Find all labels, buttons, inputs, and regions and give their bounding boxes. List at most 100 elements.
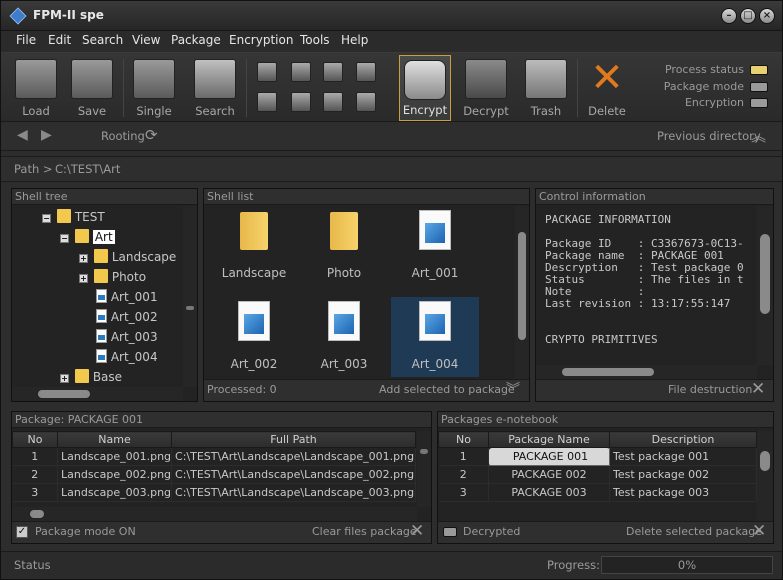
tree-item-art[interactable]: − Art <box>60 227 115 247</box>
tree-item-art-003[interactable]: Art_003 <box>96 327 158 347</box>
folder-icon <box>240 212 268 250</box>
col-package-name[interactable]: Package Name <box>488 431 610 448</box>
notebook-vscroll[interactable] <box>757 431 773 521</box>
folder-icon <box>57 209 71 223</box>
tree-item-photo[interactable]: + Photo <box>79 267 146 287</box>
trash-button[interactable]: Trash <box>521 55 571 121</box>
delete-button[interactable]: ✕ Delete <box>582 55 632 121</box>
control-line: PACKAGE INFORMATION <box>545 213 671 226</box>
package-vscroll[interactable] <box>417 431 431 507</box>
folder-view-icon[interactable] <box>291 62 311 82</box>
up-chevron-icon[interactable]: ︽ <box>751 125 766 146</box>
path-bar: Path > C:\TEST\Art <box>1 156 782 182</box>
double-chevron-down-icon[interactable]: ︾ <box>506 380 520 400</box>
image-file-icon <box>328 301 360 341</box>
tree-item-base[interactable]: + Base <box>60 367 122 387</box>
packages-notebook-panel: Packages e-notebook No Package Name Descri… <box>437 411 774 544</box>
load-button[interactable]: Load <box>11 55 61 121</box>
col-name[interactable]: Name <box>56 431 173 448</box>
col-no[interactable]: No <box>438 431 489 448</box>
image-file-icon <box>238 301 270 341</box>
menu-view[interactable]: View <box>132 33 160 47</box>
close-button[interactable]: × <box>759 8 775 24</box>
progress-bar: 0% <box>601 556 773 574</box>
col-no[interactable]: No <box>12 431 58 448</box>
tree-item-art-004[interactable]: Art_004 <box>96 347 158 367</box>
table-row[interactable]: 1 Landscape_001.png C:\TEST\Art\Landscape\… <box>12 447 416 466</box>
status-label: Status <box>14 558 51 572</box>
forward-arrow-icon[interactable]: ▶ <box>41 127 52 143</box>
shell-item-art-002[interactable]: Art_002 <box>210 297 298 377</box>
shell-item-photo[interactable]: Photo <box>300 206 388 286</box>
encrypt-button[interactable]: Encrypt <box>399 55 451 121</box>
image-file-icon <box>419 210 451 250</box>
search-button[interactable]: Search <box>190 55 240 121</box>
copy-icon[interactable] <box>257 62 277 82</box>
menu-edit[interactable]: Edit <box>48 33 71 47</box>
delete-package-x-icon[interactable]: ✕ <box>752 521 766 541</box>
menu-tools[interactable]: Tools <box>300 33 330 47</box>
shell-list-vscroll[interactable] <box>515 206 529 379</box>
delete-x-icon: ✕ <box>590 55 624 101</box>
back-arrow-icon[interactable]: ◀ <box>17 127 28 143</box>
decrypted-led <box>443 527 457 537</box>
control-hscroll[interactable] <box>536 365 757 379</box>
menu-help[interactable]: Help <box>341 33 368 47</box>
col-full-path[interactable]: Full Path <box>171 431 416 448</box>
disk-icon[interactable] <box>323 62 343 82</box>
rooting-label[interactable]: Rooting <box>101 129 145 143</box>
shell-item-landscape[interactable]: Landscape <box>210 206 298 286</box>
add-selected-to-package-button[interactable]: Add selected to package <box>379 380 515 400</box>
shell-list-footer: Processed: 0 Add selected to package ︾ <box>204 379 529 401</box>
shell-item-art-004[interactable]: Art_004 <box>391 297 479 377</box>
tree-hscroll[interactable] <box>12 387 183 401</box>
destroy-x-icon[interactable]: ✕ <box>751 379 765 399</box>
clear-files-package-button[interactable]: Clear files package <box>312 522 417 542</box>
menu-package[interactable]: Package <box>171 33 221 47</box>
add-icon[interactable] <box>257 92 277 112</box>
checklist-icon[interactable] <box>356 62 376 82</box>
process-status-label: Process status <box>664 63 744 76</box>
image-file-icon <box>419 301 451 341</box>
tree-item-art-002[interactable]: Art_002 <box>96 307 158 327</box>
control-vscroll[interactable] <box>757 206 773 365</box>
save-button[interactable]: Save <box>67 55 117 121</box>
maximize-button[interactable]: □ <box>740 8 756 24</box>
table-row[interactable]: 2 Landscape_002.png C:\TEST\Art\Landscape\… <box>12 465 416 484</box>
package-mode-checkbox[interactable]: ✓ <box>16 526 28 538</box>
single-button[interactable]: Single <box>129 55 179 121</box>
tree-item-landscape[interactable]: + Landscape <box>79 247 176 267</box>
shell-item-art-001[interactable]: Art_001 <box>391 206 479 286</box>
table-row[interactable]: 2 PACKAGE 002 Test package 002 <box>438 465 757 484</box>
clear-x-icon[interactable]: ✕ <box>410 521 424 541</box>
decrypt-button[interactable]: Decrypt <box>460 55 512 121</box>
table-row[interactable]: 3 PACKAGE 003 Test package 003 <box>438 483 757 502</box>
col-description[interactable]: Description <box>609 431 757 448</box>
tools-icon[interactable] <box>291 92 311 112</box>
shell-item-art-003[interactable]: Art_003 <box>300 297 388 377</box>
menu-search[interactable]: Search <box>82 33 123 47</box>
folder-icon <box>75 369 89 383</box>
path-value[interactable]: C:\TEST\Art <box>55 162 120 176</box>
file-destruction-button[interactable]: File destruction <box>668 380 752 400</box>
menu-file[interactable]: File <box>16 33 36 47</box>
table-row[interactable]: 3 Landscape_003.png C:\TEST\Art\Landscape\… <box>12 483 416 502</box>
menu-bar: File Edit Search View Package Encryption… <box>1 31 782 52</box>
table-row[interactable]: 1 PACKAGE 001 Test package 001 <box>438 447 757 466</box>
refresh-icon[interactable]: ⟳ <box>145 126 158 144</box>
drive-icon[interactable] <box>356 92 376 112</box>
delete-selected-package-button[interactable]: Delete selected package <box>626 522 762 542</box>
tree-item-art-001[interactable]: Art_001 <box>96 287 158 307</box>
menu-encryption[interactable]: Encryption <box>229 33 293 47</box>
tree-item-test[interactable]: − TEST <box>42 207 105 227</box>
tiles-icon[interactable] <box>323 92 343 112</box>
package-hscroll[interactable] <box>12 507 417 521</box>
folder-icon <box>330 212 358 250</box>
recycle-icon <box>525 59 567 99</box>
minimize-button[interactable]: – <box>721 8 737 24</box>
title-bar[interactable]: FPM-II spe – □ × <box>1 1 782 31</box>
tree-vscroll[interactable] <box>183 206 197 387</box>
path-label: Path > <box>14 162 53 176</box>
previous-directory-label[interactable]: Previous directory <box>657 129 761 143</box>
binoculars-icon <box>194 59 236 99</box>
